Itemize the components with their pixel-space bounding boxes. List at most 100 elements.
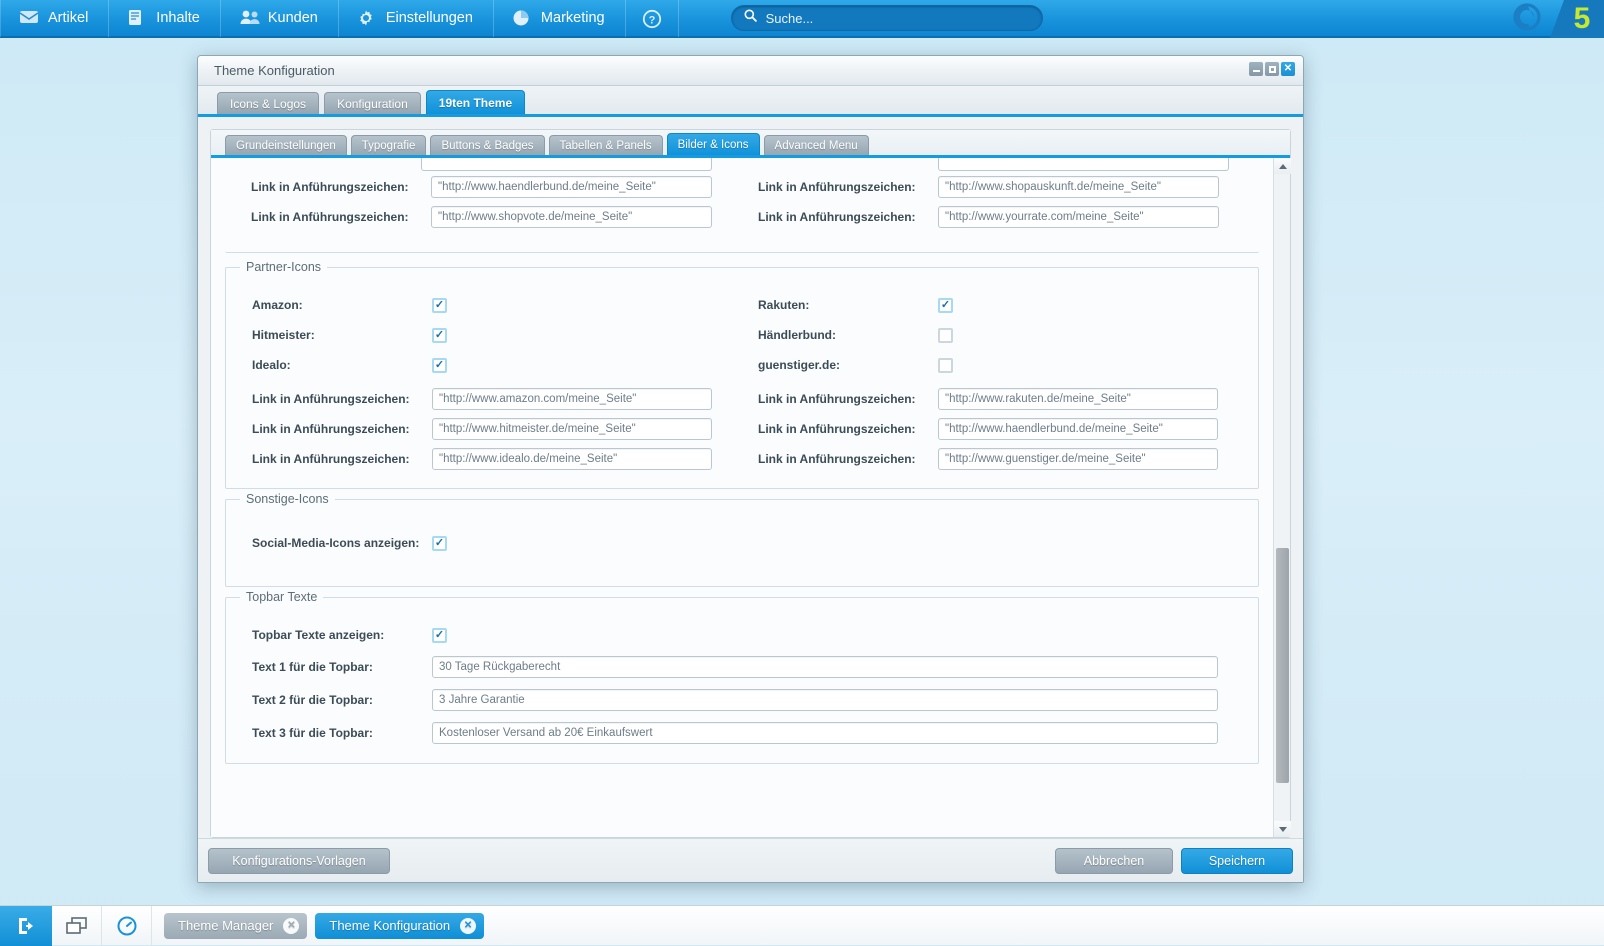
sonstige-icons-legend: Sonstige-Icons [240,492,335,506]
nav-item-einstellungen[interactable]: Einstellungen [339,0,494,37]
scrollbar-thumb[interactable] [1276,548,1289,783]
tab-icons-logos[interactable]: Icons & Logos [217,92,319,114]
window-footer: Konfigurations-Vorlagen Abbrechen Speich… [198,838,1303,882]
link-input-haendlerbund-top[interactable]: "http://www.haendlerbund.de/meine_Seite" [431,176,712,198]
windows-icon[interactable] [52,906,102,946]
help-button[interactable]: ? [626,0,679,37]
close-icon[interactable]: ✕ [1281,62,1295,76]
tab-advanced-menu[interactable]: Advanced Menu [764,135,869,155]
maximize-button[interactable] [1265,62,1279,76]
topbar-texte-legend: Topbar Texte [240,590,323,604]
checkbox-cell-haendlerbund: Händlerbund: [742,320,1248,350]
link-col-left: Link in Anführungszeichen: "http://www.s… [235,202,742,232]
minimize-button[interactable] [1249,62,1263,76]
tab-19ten-theme[interactable]: 19ten Theme [426,90,525,114]
label-topbar-text-3: Text 3 für die Topbar: [236,726,432,740]
link-input-hitmeister[interactable]: "http://www.hitmeister.de/meine_Seite" [432,418,712,440]
footer-actions: Abbrechen Speichern [1055,848,1293,874]
konfigurations-vorlagen-button[interactable]: Konfigurations-Vorlagen [208,848,390,874]
top-navigation-bar: Artikel Inhalte Kunden Einstellungen Mar… [0,0,1604,38]
task-theme-manager[interactable]: Theme Manager ✕ [164,913,307,939]
clipped-inputs-row [225,158,1259,172]
tab-tabellen-panels[interactable]: Tabellen & Panels [549,135,663,155]
scroll-up-button[interactable] [1274,158,1291,174]
link-label: Link in Anführungszeichen: [742,452,938,466]
topbar-texte-fieldset: Topbar Texte Topbar Texte anzeigen: Text… [225,597,1259,764]
tab-konfiguration[interactable]: Konfiguration [324,92,421,114]
gauge-icon[interactable] [102,906,152,946]
task-theme-konfiguration[interactable]: Theme Konfiguration ✕ [315,913,484,939]
search-placeholder: Suche... [766,11,814,26]
nav-item-marketing[interactable]: Marketing [494,0,626,37]
link-col-right: Link in Anführungszeichen: "http://www.s… [742,172,1249,202]
tab-typografie[interactable]: Typografie [351,135,427,155]
empty-cell [742,528,1248,558]
svg-text:?: ? [648,15,655,27]
link-input-amazon[interactable]: "http://www.amazon.com/meine_Seite" [432,388,712,410]
nav-item-artikel[interactable]: Artikel [0,0,109,37]
link-input-haendlerbund[interactable]: "http://www.haendlerbund.de/meine_Seite" [938,418,1218,440]
label-idealo: Idealo: [236,358,432,372]
vertical-scrollbar[interactable] [1273,158,1290,837]
close-icon[interactable]: ✕ [283,918,299,934]
nav-item-kunden[interactable]: Kunden [221,0,339,37]
siegel-links-group: Link in Anführungszeichen: "http://www.h… [225,172,1259,253]
clipped-input-left[interactable] [421,158,712,171]
checkbox-cell-amazon: Amazon: [236,290,742,320]
checkbox-hitmeister[interactable] [432,328,447,343]
nav-item-inhalte[interactable]: Inhalte [109,0,221,37]
link-input-yourrate[interactable]: "http://www.yourrate.com/meine_Seite" [938,206,1219,228]
cancel-button[interactable]: Abbrechen [1055,848,1173,874]
checkbox-guenstiger[interactable] [938,358,953,373]
link-input-shopvote[interactable]: "http://www.shopvote.de/meine_Seite" [431,206,712,228]
nav-label-kunden: Kunden [268,10,318,26]
link-col-right: Link in Anführungszeichen: "http://www.y… [742,202,1249,232]
link-label: Link in Anführungszeichen: [742,180,938,194]
input-topbar-text-3[interactable]: Kostenloser Versand ab 20€ Einkaufswert [432,722,1218,744]
input-topbar-text-1[interactable]: 30 Tage Rückgaberecht [432,656,1218,678]
label-topbar-text-2: Text 2 für die Topbar: [236,693,432,707]
label-guenstiger: guenstiger.de: [742,358,938,372]
input-topbar-text-2[interactable]: 3 Jahre Garantie [432,689,1218,711]
tab-buttons-badges[interactable]: Buttons & Badges [430,135,544,155]
checkbox-social-media[interactable] [432,536,447,551]
empty-cell [742,620,1248,650]
nav-label-artikel: Artikel [48,10,88,26]
theme-konfiguration-window: Theme Konfiguration ✕ Icons & Logos Konf… [197,55,1304,883]
link-input-shopauskunft[interactable]: "http://www.shopauskunft.de/meine_Seite" [938,176,1219,198]
save-button[interactable]: Speichern [1181,848,1293,874]
checkbox-amazon[interactable] [432,298,447,313]
checkbox-row: Amazon: Rakuten: [236,290,1248,320]
search-input[interactable]: Suche... [731,5,1043,31]
link-label: Link in Anführungszeichen: [742,422,938,436]
link-input-guenstiger[interactable]: "http://www.guenstiger.de/meine_Seite" [938,448,1218,470]
close-icon[interactable]: ✕ [460,918,476,934]
topbar-text-3-row: Text 3 für die Topbar: Kostenloser Versa… [236,716,1248,749]
link-row: Link in Anführungszeichen: "http://www.h… [236,414,1248,444]
checkbox-idealo[interactable] [432,358,447,373]
link-label: Link in Anführungszeichen: [742,392,938,406]
tab-grundeinstellungen[interactable]: Grundeinstellungen [225,135,347,155]
link-col-right: Link in Anführungszeichen: "http://www.g… [742,444,1248,474]
label-amazon: Amazon: [236,298,432,312]
tab-bilder-icons[interactable]: Bilder & Icons [667,133,760,155]
logout-icon[interactable] [0,906,52,946]
link-label: Link in Anführungszeichen: [742,210,938,224]
nav-label-inhalte: Inhalte [156,10,200,26]
clipped-input-right[interactable] [938,158,1229,171]
checkbox-topbar-show[interactable] [432,628,447,643]
taskbar-tasks: Theme Manager ✕ Theme Konfiguration ✕ [164,913,484,939]
link-row: Link in Anführungszeichen: "http://www.i… [236,444,1248,474]
theme-settings-panel: Grundeinstellungen Typografie Buttons & … [210,129,1291,838]
checkbox-cell-idealo: Idealo: [236,350,742,380]
scroll-down-button[interactable] [1274,821,1291,837]
checkbox-cell-guenstiger: guenstiger.de: [742,350,1248,380]
customers-icon [239,9,259,27]
checkbox-haendlerbund[interactable] [938,328,953,343]
checkbox-cell-hitmeister: Hitmeister: [236,320,742,350]
window-titlebar[interactable]: Theme Konfiguration ✕ [198,56,1303,86]
link-input-rakuten[interactable]: "http://www.rakuten.de/meine_Seite" [938,388,1218,410]
link-input-idealo[interactable]: "http://www.idealo.de/meine_Seite" [432,448,712,470]
checkbox-row: Idealo: guenstiger.de: [236,350,1248,380]
checkbox-rakuten[interactable] [938,298,953,313]
